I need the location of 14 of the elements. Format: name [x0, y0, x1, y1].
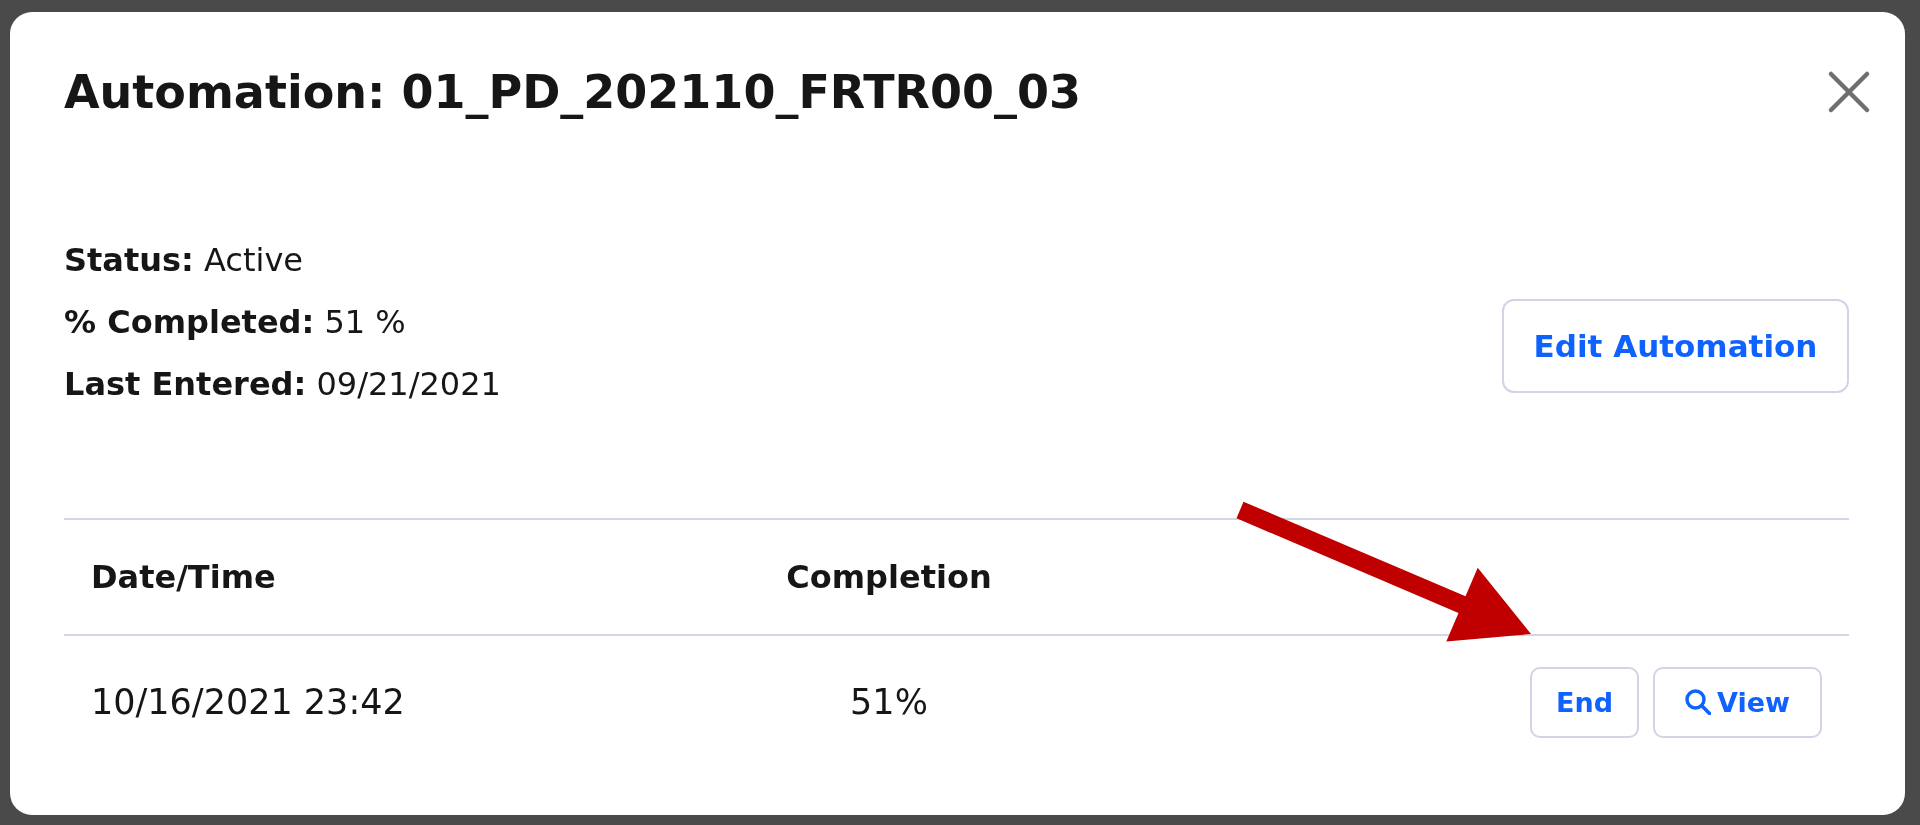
search-icon	[1685, 689, 1712, 715]
close-button[interactable]	[1827, 70, 1871, 114]
table-cell: 10/16/2021 23:42	[91, 682, 405, 722]
table-cell: 51%	[850, 682, 928, 722]
detail-line: % Completed: 51 %	[64, 302, 407, 343]
column-header: Completion	[786, 558, 992, 596]
close-icon	[1827, 70, 1871, 114]
dialog-title: Automation: 01_PD_202110_FRTR00_03	[64, 64, 1081, 120]
detail-line: Last Entered: 09/21/2021	[64, 364, 501, 405]
detail-line: Status: Active	[64, 240, 304, 281]
column-header: Date/Time	[91, 558, 276, 596]
view-button[interactable]: View	[1653, 666, 1822, 738]
edit-automation-button[interactable]: Edit Automation	[1502, 299, 1849, 393]
end-button[interactable]: End	[1530, 666, 1640, 738]
